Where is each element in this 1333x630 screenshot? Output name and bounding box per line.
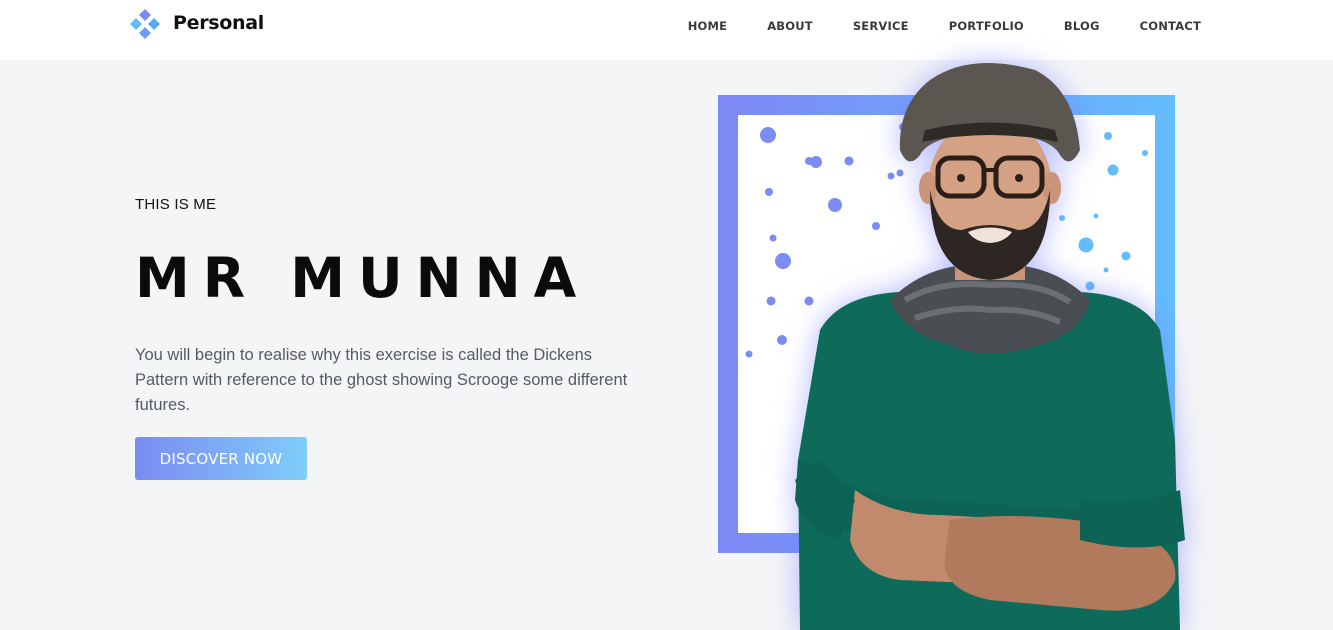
main-nav: HOME ABOUT SERVICE PORTFOLIO BLOG CONTAC… [688,19,1201,33]
site-logo[interactable]: Personal [129,7,264,39]
nav-home[interactable]: HOME [688,19,728,33]
portrait-illustration-icon [780,60,1200,630]
diamond-cluster-logo-icon [130,9,160,39]
site-header: Personal HOME ABOUT SERVICE PORTFOLIO BL… [0,0,1333,60]
discover-now-button[interactable]: DISCOVER NOW [135,437,307,480]
nav-about[interactable]: ABOUT [767,19,813,33]
nav-contact[interactable]: CONTACT [1140,19,1201,33]
brand-name: Personal [173,12,265,34]
hero-description: You will begin to realise why this exerc… [135,346,628,414]
nav-blog[interactable]: BLOG [1064,19,1100,33]
hero-title: MR MUNNA [135,246,590,310]
nav-portfolio[interactable]: PORTFOLIO [949,19,1024,33]
nav-service[interactable]: SERVICE [853,19,909,33]
hero-kicker: THIS IS ME [135,196,217,213]
